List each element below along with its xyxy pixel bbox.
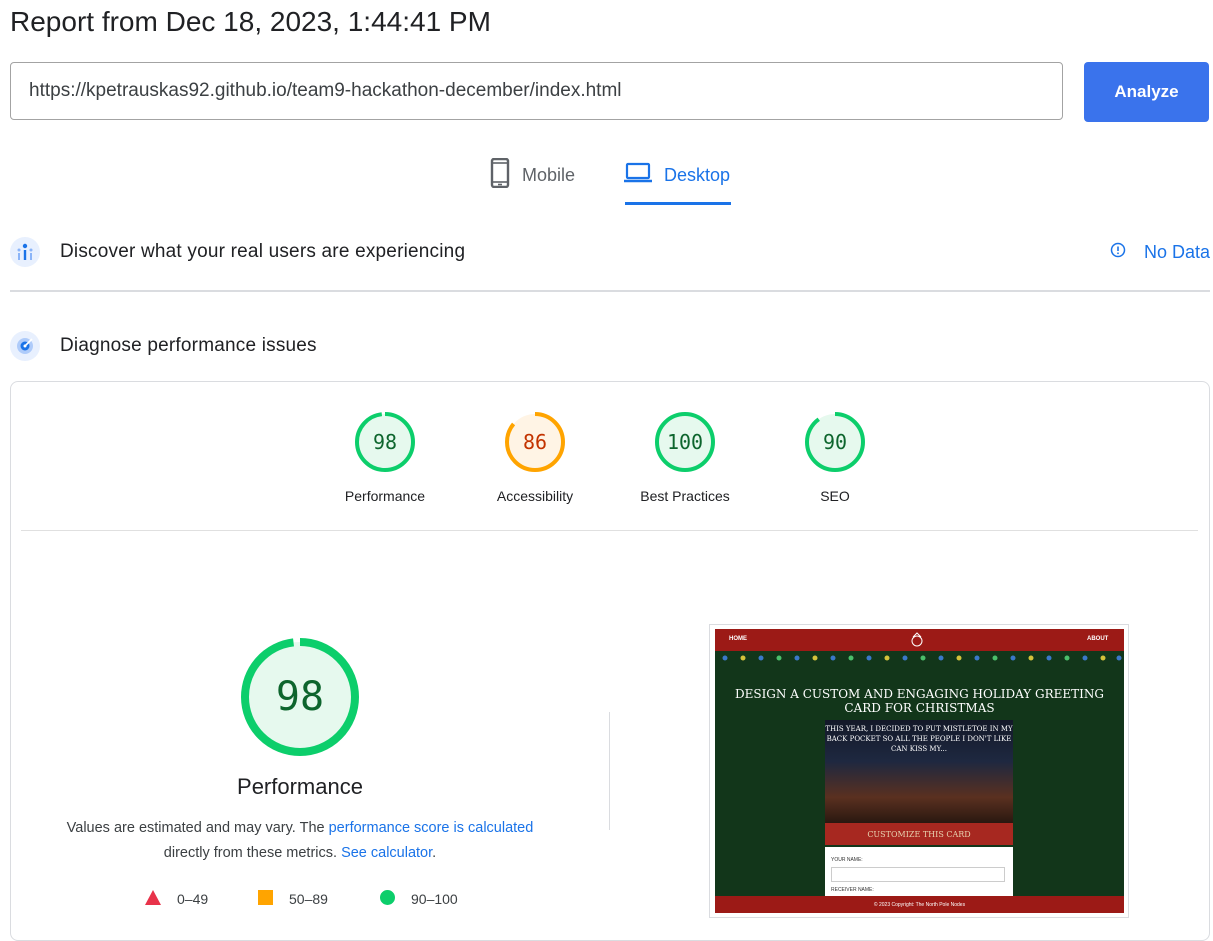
field-data-section: Discover what your real users are experi… [10,235,1210,269]
tab-mobile-label[interactable]: Mobile [522,165,575,186]
score-label: Performance [344,488,426,504]
shot-form: YOUR NAME: RECEIVER NAME: [825,847,1013,897]
gauge-ring: 86 [503,410,567,474]
final-screenshot[interactable]: HOME ABOUT DESIGN A CUSTOM AND ENGAGING … [715,629,1124,913]
score-value: 86 [522,430,548,454]
no-data-label[interactable]: No Data [1144,242,1210,263]
gauge-accessibility[interactable]: 86 Accessibility [475,410,595,504]
shot-heading: DESIGN A CUSTOM AND ENGAGING HOLIDAY GRE… [734,687,1105,715]
legend-label: 90–100 [411,891,458,907]
lighthouse-icon [10,331,40,361]
report-title: Report from Dec 18, 2023, 1:44:41 PM [10,6,491,37]
score-value: 100 [666,430,704,454]
tab-mobile[interactable]: Mobile [490,157,575,193]
diagnose-title: Diagnose performance issues [60,335,317,356]
see-calculator-link[interactable]: See calculator [341,845,432,861]
performance-title: Performance [237,774,363,799]
url-input[interactable]: https://kpetrauskas92.github.io/team9-ha… [10,62,1063,120]
triangle-icon [145,890,161,908]
circle-icon [380,890,395,908]
diagnose-section: Diagnose performance issues [10,329,1210,363]
info-icon [1110,242,1144,263]
shot-your-name-label: YOUR NAME: [831,857,863,863]
shot-nav-about: ABOUT [1087,636,1109,642]
tab-desktop-label[interactable]: Desktop [664,165,730,186]
score-calculated-link[interactable]: performance score is calculated [329,820,534,836]
shot-navbar: HOME ABOUT [715,629,1124,651]
shot-nav-home: HOME [729,636,747,642]
shot-footer: © 2023 Copyright: The North Pole Nodes [715,896,1124,913]
analyze-button[interactable]: Analyze [1084,62,1209,122]
string-lights [722,655,1122,661]
score-label: Best Practices [640,488,730,504]
desc-text-2: directly from these metrics. [163,845,342,861]
shot-receiver-label: RECEIVER NAME: [831,887,874,893]
gauge-ring: 100 [653,410,717,474]
laptop-icon [624,162,664,189]
shot-card-image: THIS YEAR, I DECIDED TO PUT MISTLETOE IN… [825,720,1013,823]
desc-text-1: Values are estimated and may vary. The [66,820,329,836]
vertical-separator [609,712,610,830]
desc-text-3: . [432,845,437,861]
crux-icon [10,237,40,267]
performance-big-score: 98 [275,674,325,720]
shot-name-input [831,867,1005,882]
tab-desktop-underline [625,202,731,205]
card-separator [21,530,1198,531]
score-label: SEO [820,488,850,504]
section-divider [10,290,1210,292]
gauge-best-practices[interactable]: 100 Best Practices [625,410,745,504]
square-icon [258,890,273,908]
performance-big-gauge: 98 [239,636,361,758]
field-data-title: Discover what your real users are experi… [60,241,466,262]
url-input-value[interactable]: https://kpetrauskas92.github.io/team9-ha… [29,80,622,102]
phone-icon [490,157,522,193]
legend-label: 50–89 [289,891,328,907]
tab-desktop[interactable]: Desktop [624,158,730,192]
gauge-performance[interactable]: 98 Performance [325,410,445,504]
gauge-seo[interactable]: 90 SEO [775,410,895,504]
santa-icon [910,632,924,653]
performance-description: Values are estimated and may vary. The p… [40,816,560,866]
legend-average: 50–89 [258,890,328,908]
legend-fail: 0–49 [145,890,208,908]
score-value: 98 [372,430,398,454]
no-data-status[interactable]: No Data [1110,242,1210,263]
shot-card-text: THIS YEAR, I DECIDED TO PUT MISTLETOE IN… [825,725,1013,753]
score-label: Accessibility [496,488,574,504]
legend-pass: 90–100 [380,890,458,908]
shot-customize-button: CUSTOMIZE THIS CARD [825,823,1013,845]
score-value: 90 [822,430,848,454]
gauge-ring: 98 [353,410,417,474]
gauge-ring: 90 [803,410,867,474]
legend-label: 0–49 [177,891,209,907]
